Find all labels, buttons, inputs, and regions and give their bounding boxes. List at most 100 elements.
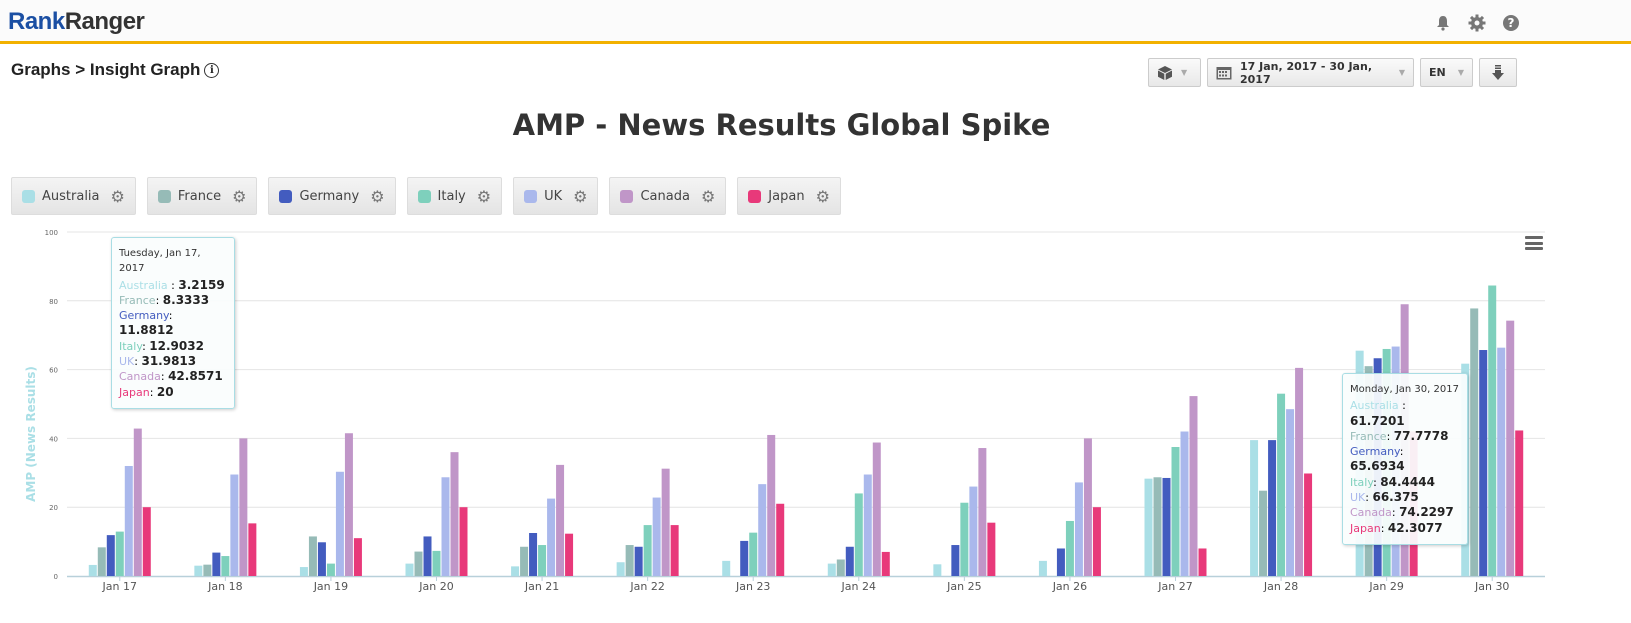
caret-icon: ▼ [1457, 68, 1464, 77]
bar-france [836, 559, 845, 576]
tooltip-row: Canada: 74.2297 [1350, 505, 1460, 520]
bar-uk [547, 498, 556, 576]
legend-item-japan[interactable]: Japan ⚙ [737, 177, 841, 215]
bar-australia [405, 563, 414, 576]
bar-germany [317, 542, 326, 576]
help-icon[interactable]: ? [1501, 13, 1521, 33]
download-button[interactable] [1479, 58, 1517, 87]
bar-italy [749, 532, 758, 576]
y-tick-label: 80 [49, 298, 58, 306]
tooltip-series-name: Australia [119, 278, 172, 292]
bar-italy [538, 545, 547, 576]
tooltip-separator: : [1386, 429, 1394, 443]
legend-label: Japan [768, 188, 805, 204]
gear-icon[interactable]: ⚙ [232, 187, 246, 206]
legend-item-germany[interactable]: Germany ⚙ [268, 177, 396, 215]
x-tick-label: Jan 26 [1052, 580, 1087, 593]
chart-menu-icon[interactable] [1525, 236, 1543, 250]
bar-italy [1065, 520, 1074, 576]
x-tick-label: Jan 23 [735, 580, 770, 593]
tooltip-series-name: France [1350, 429, 1387, 443]
bar-japan [459, 507, 468, 576]
tooltip-value: 12.9032 [149, 338, 204, 353]
bar-france [1470, 308, 1479, 576]
legend-label: Australia [42, 188, 100, 204]
bar-italy [1171, 447, 1180, 576]
logo[interactable]: RankRanger [8, 8, 145, 36]
x-tick-label: Jan 20 [418, 580, 453, 593]
bar-italy [115, 531, 124, 576]
bar-uk [652, 497, 661, 576]
legend-label: Italy [437, 188, 466, 204]
bar-canada [1083, 438, 1092, 576]
bar-uk [124, 465, 133, 576]
bar-australia [194, 565, 203, 576]
bar-canada [1295, 367, 1304, 576]
bar-australia [1038, 560, 1047, 576]
legend-item-uk[interactable]: UK ⚙ [513, 177, 599, 215]
view-selector-button[interactable]: ▼ [1148, 58, 1201, 87]
language-selector[interactable]: EN ▼ [1420, 58, 1473, 87]
tooltip-value: 42.8571 [168, 369, 223, 384]
gear-icon[interactable]: ⚙ [573, 187, 587, 206]
bar-france [414, 551, 423, 576]
gear-icon[interactable]: ⚙ [701, 187, 715, 206]
bar-germany [1162, 477, 1171, 576]
bar-canada [872, 442, 881, 576]
tooltip-value: 3.2159 [178, 277, 225, 292]
legend-swatch [748, 189, 762, 203]
legend-item-france[interactable]: France ⚙ [146, 177, 258, 215]
tooltip-value: 8.3333 [162, 292, 210, 307]
tooltip-separator: : [1391, 506, 1400, 520]
bar-france [203, 564, 212, 576]
x-tick-label: Jan 18 [207, 580, 242, 593]
tooltip-value: 31.9813 [141, 354, 197, 369]
x-tick-label: Jan 17 [102, 580, 137, 593]
gear-icon[interactable]: ⚙ [111, 187, 125, 206]
bar-australia [88, 564, 97, 576]
gear-icon[interactable]: ⚙ [816, 187, 830, 206]
toolbar: ▼ 17 Jan, 2017 - 30 Jan, 2017 ▼ EN ▼ [1148, 58, 1517, 87]
gear-icon[interactable]: ⚙ [477, 187, 491, 206]
legend-item-canada[interactable]: Canada ⚙ [609, 177, 727, 215]
bar-australia [1144, 478, 1153, 576]
bar-canada [450, 452, 459, 576]
bar-germany [951, 545, 960, 576]
bar-canada [978, 448, 987, 576]
bar-germany [634, 546, 643, 576]
bar-japan [987, 522, 996, 576]
y-tick-label: 0 [54, 573, 58, 581]
x-tick-label: Jan 27 [1157, 580, 1192, 593]
bar-france [1259, 490, 1268, 576]
legend-item-australia[interactable]: Australia ⚙ [11, 177, 136, 215]
bar-japan [776, 503, 785, 576]
info-icon[interactable]: i [204, 62, 220, 78]
logo-ranger: Ranger [64, 8, 145, 35]
bar-uk [1180, 431, 1189, 576]
gear-icon[interactable]: ⚙ [370, 187, 384, 206]
bar-australia [827, 563, 836, 576]
y-tick-label: 40 [49, 435, 58, 443]
bell-icon[interactable] [1433, 13, 1453, 33]
tooltip-separator: : [160, 370, 169, 384]
tooltip-value: 11.8812 [119, 323, 174, 338]
y-tick-label: 60 [49, 367, 58, 375]
bar-italy [326, 563, 335, 576]
bar-uk [1286, 409, 1295, 576]
legend-item-italy[interactable]: Italy ⚙ [406, 177, 503, 215]
bar-italy [1277, 393, 1286, 576]
tooltip-row: Germany: 11.8812 [119, 308, 227, 339]
caret-icon: ▼ [1398, 68, 1405, 77]
bar-germany [1056, 548, 1065, 576]
date-range-value: 17 Jan, 2017 - 30 Jan, 2017 [1240, 59, 1372, 86]
bar-australia [933, 564, 942, 576]
bar-australia [299, 567, 308, 576]
tooltip-separator: : [168, 309, 173, 323]
bar-germany [106, 535, 115, 576]
tooltip-series-name: Germany [119, 309, 169, 323]
tooltip: Monday, Jan 30, 2017 Australia : 61.7201 F… [1342, 373, 1468, 545]
date-range-picker[interactable]: 17 Jan, 2017 - 30 Jan, 2017 ▼ [1207, 58, 1414, 87]
bar-germany [1479, 350, 1488, 576]
gear-icon[interactable] [1467, 13, 1487, 33]
bar-uk [230, 474, 239, 576]
